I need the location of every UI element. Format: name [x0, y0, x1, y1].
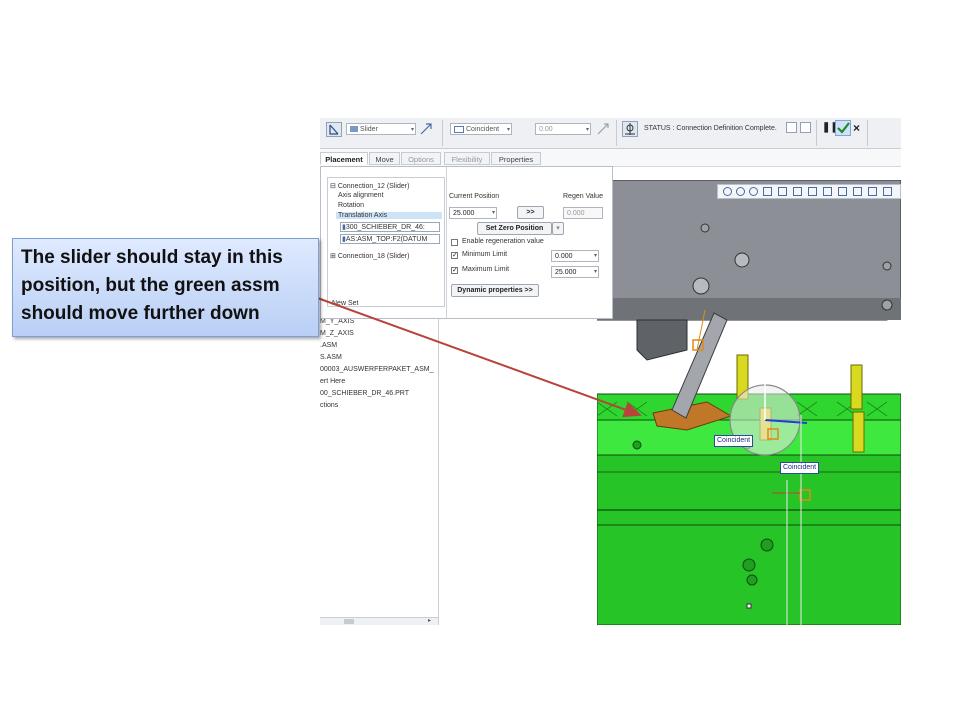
annotation-arrow	[311, 295, 642, 418]
callout-line: should move further down	[21, 303, 260, 324]
callout-line: position, but the green assm	[21, 275, 280, 296]
annotation-arrow-layer	[311, 295, 642, 418]
callout-line: The slider should stay in this	[21, 247, 283, 268]
annotation-callout: The slider should stay in this position,…	[12, 238, 319, 337]
slide: { "slide": { "callout_lines": ["The slid…	[0, 0, 960, 720]
